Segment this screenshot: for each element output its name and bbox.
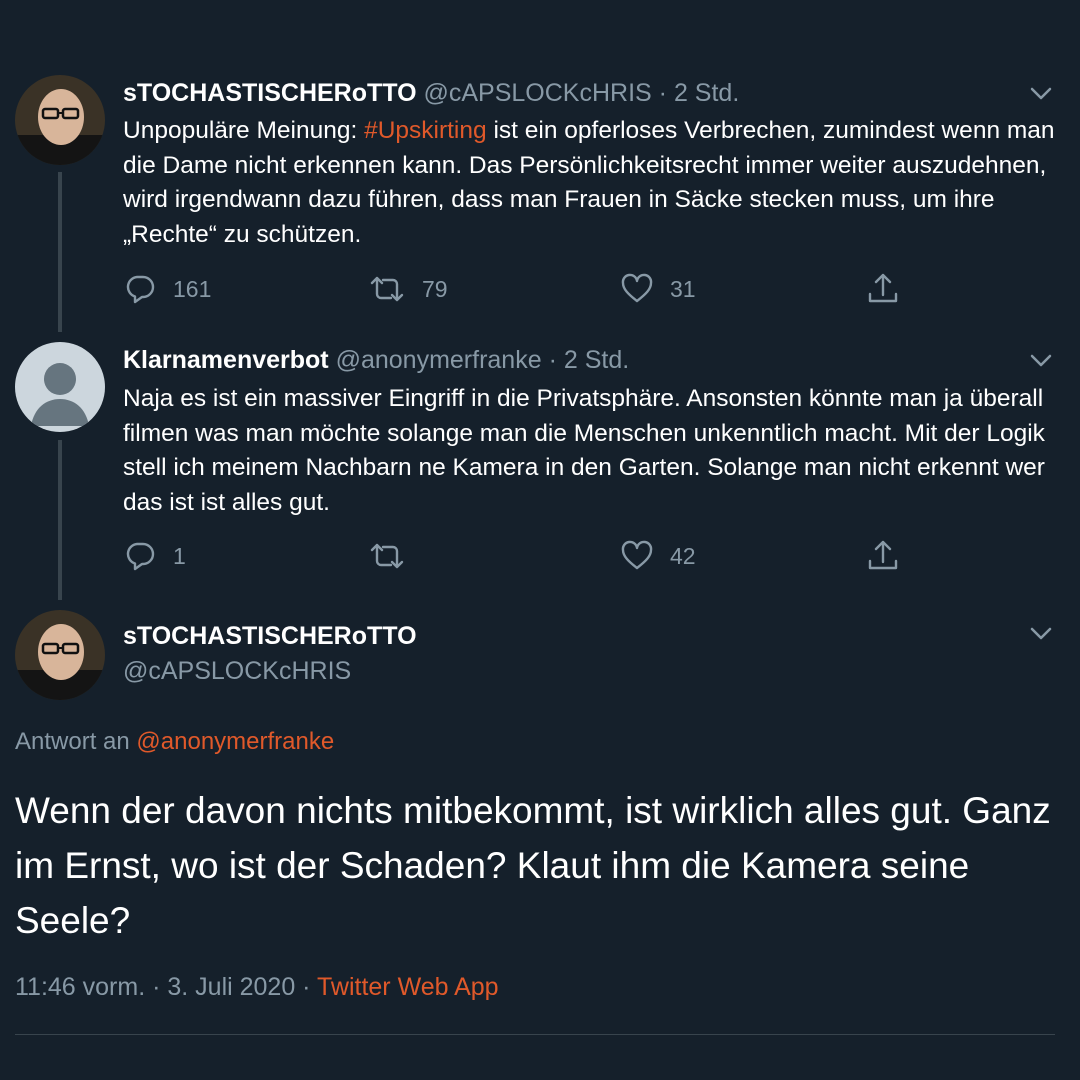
like-button[interactable]: 42 bbox=[620, 538, 696, 574]
timestamp[interactable]: 2 Std. bbox=[564, 346, 629, 374]
like-button[interactable]: 31 bbox=[620, 271, 696, 307]
retweet-icon bbox=[370, 276, 404, 302]
retweet-count: 79 bbox=[422, 275, 448, 302]
share-button[interactable] bbox=[866, 271, 900, 307]
reply-count: 161 bbox=[173, 275, 212, 302]
chevron-down-icon[interactable] bbox=[1028, 347, 1054, 373]
like-icon bbox=[621, 273, 653, 303]
share-button[interactable] bbox=[866, 538, 900, 574]
like-count: 42 bbox=[670, 542, 696, 569]
share-icon bbox=[868, 540, 898, 570]
retweet-button[interactable] bbox=[368, 538, 422, 574]
handle[interactable]: @anonymerfranke bbox=[336, 346, 542, 374]
reply-button[interactable]: 161 bbox=[123, 271, 211, 307]
source-link[interactable]: Twitter Web App bbox=[317, 973, 499, 1001]
handle[interactable]: @cAPSLOCKcHRIS bbox=[424, 79, 652, 107]
reply-count: 1 bbox=[173, 542, 186, 569]
like-icon bbox=[621, 540, 653, 570]
tweet-1-text: Unpopuläre Meinung: #Upskirting ist ein … bbox=[123, 114, 1058, 252]
thread-line-2 bbox=[58, 440, 62, 600]
tweet-2-header: Klarnamenverbot @anonymerfranke · 2 Std. bbox=[123, 345, 629, 375]
display-name[interactable]: Klarnamenverbot bbox=[123, 346, 329, 374]
timestamp[interactable]: 2 Std. bbox=[674, 79, 739, 107]
share-icon bbox=[868, 273, 898, 303]
divider bbox=[15, 1034, 1055, 1035]
avatar[interactable] bbox=[15, 342, 105, 432]
reply-icon bbox=[126, 275, 155, 304]
reply-prefix: Antwort an bbox=[15, 728, 130, 755]
main-tweet-text: Wenn der davon nichts mitbekommt, ist wi… bbox=[15, 790, 1051, 941]
avatar[interactable] bbox=[15, 75, 105, 165]
retweet-button[interactable]: 79 bbox=[368, 271, 448, 307]
timestamp[interactable]: 11:46 vorm. · 3. Juli 2020 · bbox=[15, 973, 317, 1001]
handle[interactable]: @cAPSLOCKcHRIS bbox=[123, 657, 351, 685]
tweet-meta: 11:46 vorm. · 3. Juli 2020 · Twitter Web… bbox=[15, 973, 499, 1002]
display-name[interactable]: sTOCHASTISCHERoTTO bbox=[123, 622, 417, 650]
reply-icon bbox=[126, 542, 155, 571]
retweet-icon bbox=[370, 543, 404, 569]
separator: · bbox=[658, 79, 667, 107]
chevron-down-icon[interactable] bbox=[1028, 620, 1054, 646]
reply-context: Antwort an @anonymerfranke bbox=[15, 728, 334, 756]
chevron-down-icon[interactable] bbox=[1028, 80, 1054, 106]
tweet-2-text: Naja es ist ein massiver Eingriff in die… bbox=[123, 385, 1045, 516]
display-name[interactable]: sTOCHASTISCHERoTTO bbox=[123, 79, 417, 107]
main-tweet-name: sTOCHASTISCHERoTTO bbox=[123, 621, 417, 651]
like-count: 31 bbox=[670, 275, 696, 302]
main-tweet-handle: @cAPSLOCKcHRIS bbox=[123, 656, 351, 686]
hashtag-link[interactable]: #Upskirting bbox=[364, 117, 487, 144]
mention-link[interactable]: @anonymerfranke bbox=[136, 728, 334, 755]
reply-button[interactable]: 1 bbox=[123, 538, 186, 574]
thread-line-1 bbox=[58, 172, 62, 332]
tweet-1-header: sTOCHASTISCHERoTTO @cAPSLOCKcHRIS · 2 St… bbox=[123, 78, 739, 108]
avatar[interactable] bbox=[15, 610, 105, 700]
tweet-text-segment: Unpopuläre Meinung: bbox=[123, 117, 365, 144]
separator: · bbox=[548, 346, 557, 374]
